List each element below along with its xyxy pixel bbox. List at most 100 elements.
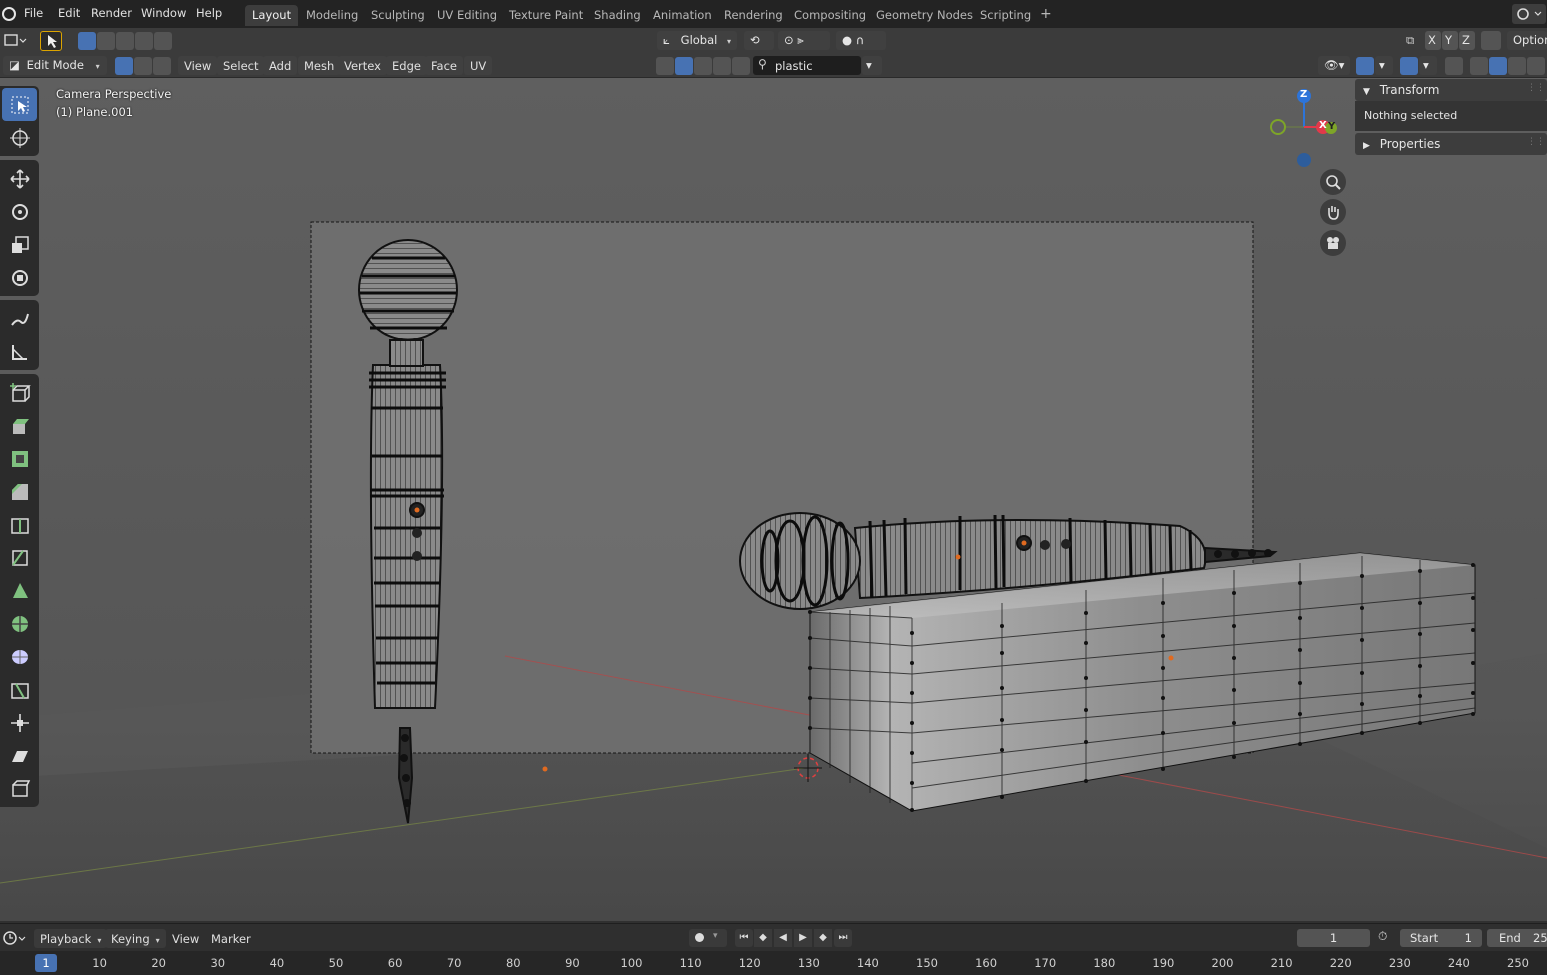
jump-end-icon[interactable]: ⏭ <box>834 929 852 947</box>
world-icon[interactable] <box>713 57 731 75</box>
menu-add[interactable]: Add <box>263 56 298 75</box>
jump-start-icon[interactable]: ⏮ <box>735 929 753 947</box>
menu-file[interactable]: File <box>24 6 43 20</box>
wireframe-shading-icon[interactable] <box>1470 57 1488 75</box>
camera-view-icon[interactable] <box>1320 230 1346 256</box>
mirror-x-toggle[interactable]: X <box>1425 31 1441 50</box>
shear-tool-icon[interactable] <box>2 739 37 772</box>
edge-slide-tool-icon[interactable] <box>2 673 37 706</box>
solid-shading-icon[interactable] <box>1489 57 1507 75</box>
select-box-icon[interactable] <box>2 88 37 121</box>
inset-faces-tool-icon[interactable] <box>2 442 37 475</box>
cursor-tool-icon[interactable] <box>2 121 37 154</box>
auto-merge-icon[interactable] <box>1481 31 1501 50</box>
pivot-point-dropdown[interactable]: ⟲ <box>744 31 774 50</box>
navigation-gizmo[interactable]: Z X Y <box>1265 86 1345 174</box>
scale-tool-icon[interactable] <box>2 228 37 261</box>
node-tree-icon[interactable] <box>732 57 750 75</box>
shrink-fatten-tool-icon[interactable] <box>2 706 37 739</box>
tab-layout[interactable]: Layout <box>245 5 299 26</box>
menu-help[interactable]: Help <box>196 6 222 20</box>
material-shading-icon[interactable] <box>1508 57 1526 75</box>
menu-vertex[interactable]: Vertex <box>338 56 387 75</box>
tab-shading[interactable]: Shading <box>587 5 648 26</box>
mirror-z-toggle[interactable]: Z <box>1459 31 1475 50</box>
tab-uv-editing[interactable]: UV Editing <box>430 5 504 26</box>
add-workspace-button[interactable]: + <box>1033 5 1059 26</box>
current-frame-field[interactable]: 1 <box>1297 929 1370 947</box>
add-cube-tool-icon[interactable] <box>2 376 37 409</box>
menu-playback[interactable]: Playback ▾ <box>34 929 108 948</box>
menu-marker[interactable]: Marker <box>205 929 257 948</box>
material-dropdown[interactable]: ▾ <box>862 56 882 75</box>
menu-face[interactable]: Face <box>425 56 464 75</box>
start-frame-field[interactable]: Start 1 <box>1400 929 1482 947</box>
tab-rendering[interactable]: Rendering <box>717 5 790 26</box>
options-dropdown[interactable]: Option <box>1507 31 1547 50</box>
visibility-dropdown[interactable]: 👁▾ <box>1318 56 1350 75</box>
timeline-ruler[interactable]: 1 10 20 30 40 50 60 70 80 90 100 110 120 130 140 150 16… <box>0 951 1547 975</box>
3d-viewport[interactable]: Camera Perspective (1) Plane.001 Z X Y <box>0 78 1547 921</box>
play-icon[interactable]: ▶ <box>794 929 812 947</box>
select-subtract-icon[interactable] <box>116 32 134 50</box>
menu-timeline-view[interactable]: View <box>166 929 205 948</box>
scene-selector-icon[interactable] <box>1512 4 1546 24</box>
menu-select[interactable]: Select <box>217 56 265 75</box>
mode-dropdown[interactable]: ◪ Edit Mode ▾ <box>3 56 107 75</box>
mirror-y-toggle[interactable]: Y <box>1442 31 1458 50</box>
menu-edit[interactable]: Edit <box>58 6 80 20</box>
select-tool-icon[interactable] <box>40 31 62 51</box>
tab-modeling[interactable]: Modeling <box>299 5 365 26</box>
gizmo-dropdown[interactable]: ▾ <box>1375 56 1393 75</box>
blender-logo-icon[interactable] <box>2 7 16 21</box>
preview-range-icon[interactable]: ⏱ <box>1378 929 1396 947</box>
drag-handle-icon[interactable]: ⋮⋮ <box>1527 83 1545 93</box>
menu-window[interactable]: Window <box>141 6 186 20</box>
spin-tool-icon[interactable] <box>2 607 37 640</box>
menu-view[interactable]: View <box>178 56 218 75</box>
tab-geometry-nodes[interactable]: Geometry Nodes <box>869 5 980 26</box>
tab-animation[interactable]: Animation <box>646 5 719 26</box>
transform-panel-header[interactable]: ▼ Transform ⋮⋮ <box>1355 79 1547 101</box>
select-new-icon[interactable] <box>78 32 96 50</box>
proportional-edit-toggle[interactable]: ● ∩ <box>836 31 886 50</box>
smooth-tool-icon[interactable] <box>2 640 37 673</box>
end-frame-field[interactable]: End 25 <box>1487 929 1547 947</box>
move-tool-icon[interactable] <box>2 162 37 195</box>
tab-compositing[interactable]: Compositing <box>787 5 873 26</box>
material-search-field[interactable]: ⚲ plastic <box>753 56 861 75</box>
menu-uv[interactable]: UV <box>464 56 493 75</box>
playhead-frame[interactable]: 1 <box>35 954 57 972</box>
material-slot-icon[interactable] <box>656 57 674 75</box>
annotate-tool-icon[interactable] <box>2 302 37 335</box>
menu-render[interactable]: Render <box>91 6 132 20</box>
select-extend-icon[interactable] <box>97 32 115 50</box>
gizmo-toggle-icon[interactable] <box>1356 57 1374 75</box>
transform-tool-icon[interactable] <box>2 261 37 294</box>
mirror-icon[interactable]: ⧉ <box>1406 33 1422 49</box>
menu-keying[interactable]: Keying ▾ <box>105 929 166 948</box>
jump-keyframe-back-icon[interactable]: ◆ <box>754 929 772 947</box>
edge-select-mode-icon[interactable] <box>134 57 152 75</box>
tab-scripting[interactable]: Scripting <box>973 5 1038 26</box>
editor-type-icon[interactable] <box>3 31 29 50</box>
timeline-editor-type-icon[interactable] <box>2 929 28 948</box>
pan-hand-icon[interactable] <box>1320 199 1346 225</box>
xray-toggle-icon[interactable] <box>1445 57 1463 75</box>
menu-edge[interactable]: Edge <box>386 56 427 75</box>
rip-region-tool-icon[interactable] <box>2 772 37 805</box>
texture-icon[interactable] <box>694 57 712 75</box>
measure-tool-icon[interactable] <box>2 335 37 368</box>
menu-mesh[interactable]: Mesh <box>298 56 341 75</box>
tab-texture-paint[interactable]: Texture Paint <box>502 5 590 26</box>
vertex-select-mode-icon[interactable] <box>115 57 133 75</box>
extrude-tool-icon[interactable] <box>2 409 37 442</box>
properties-panel-header[interactable]: ▶ Properties ⋮⋮ <box>1355 133 1547 155</box>
snap-toggle[interactable]: ⊙ ⫸ <box>778 31 830 50</box>
play-reverse-icon[interactable]: ◀ <box>774 929 792 947</box>
zoom-icon[interactable] <box>1320 169 1346 195</box>
loop-cut-tool-icon[interactable] <box>2 508 37 541</box>
rendered-shading-icon[interactable] <box>1527 57 1545 75</box>
bevel-tool-icon[interactable] <box>2 475 37 508</box>
select-intersect-icon[interactable] <box>154 32 172 50</box>
